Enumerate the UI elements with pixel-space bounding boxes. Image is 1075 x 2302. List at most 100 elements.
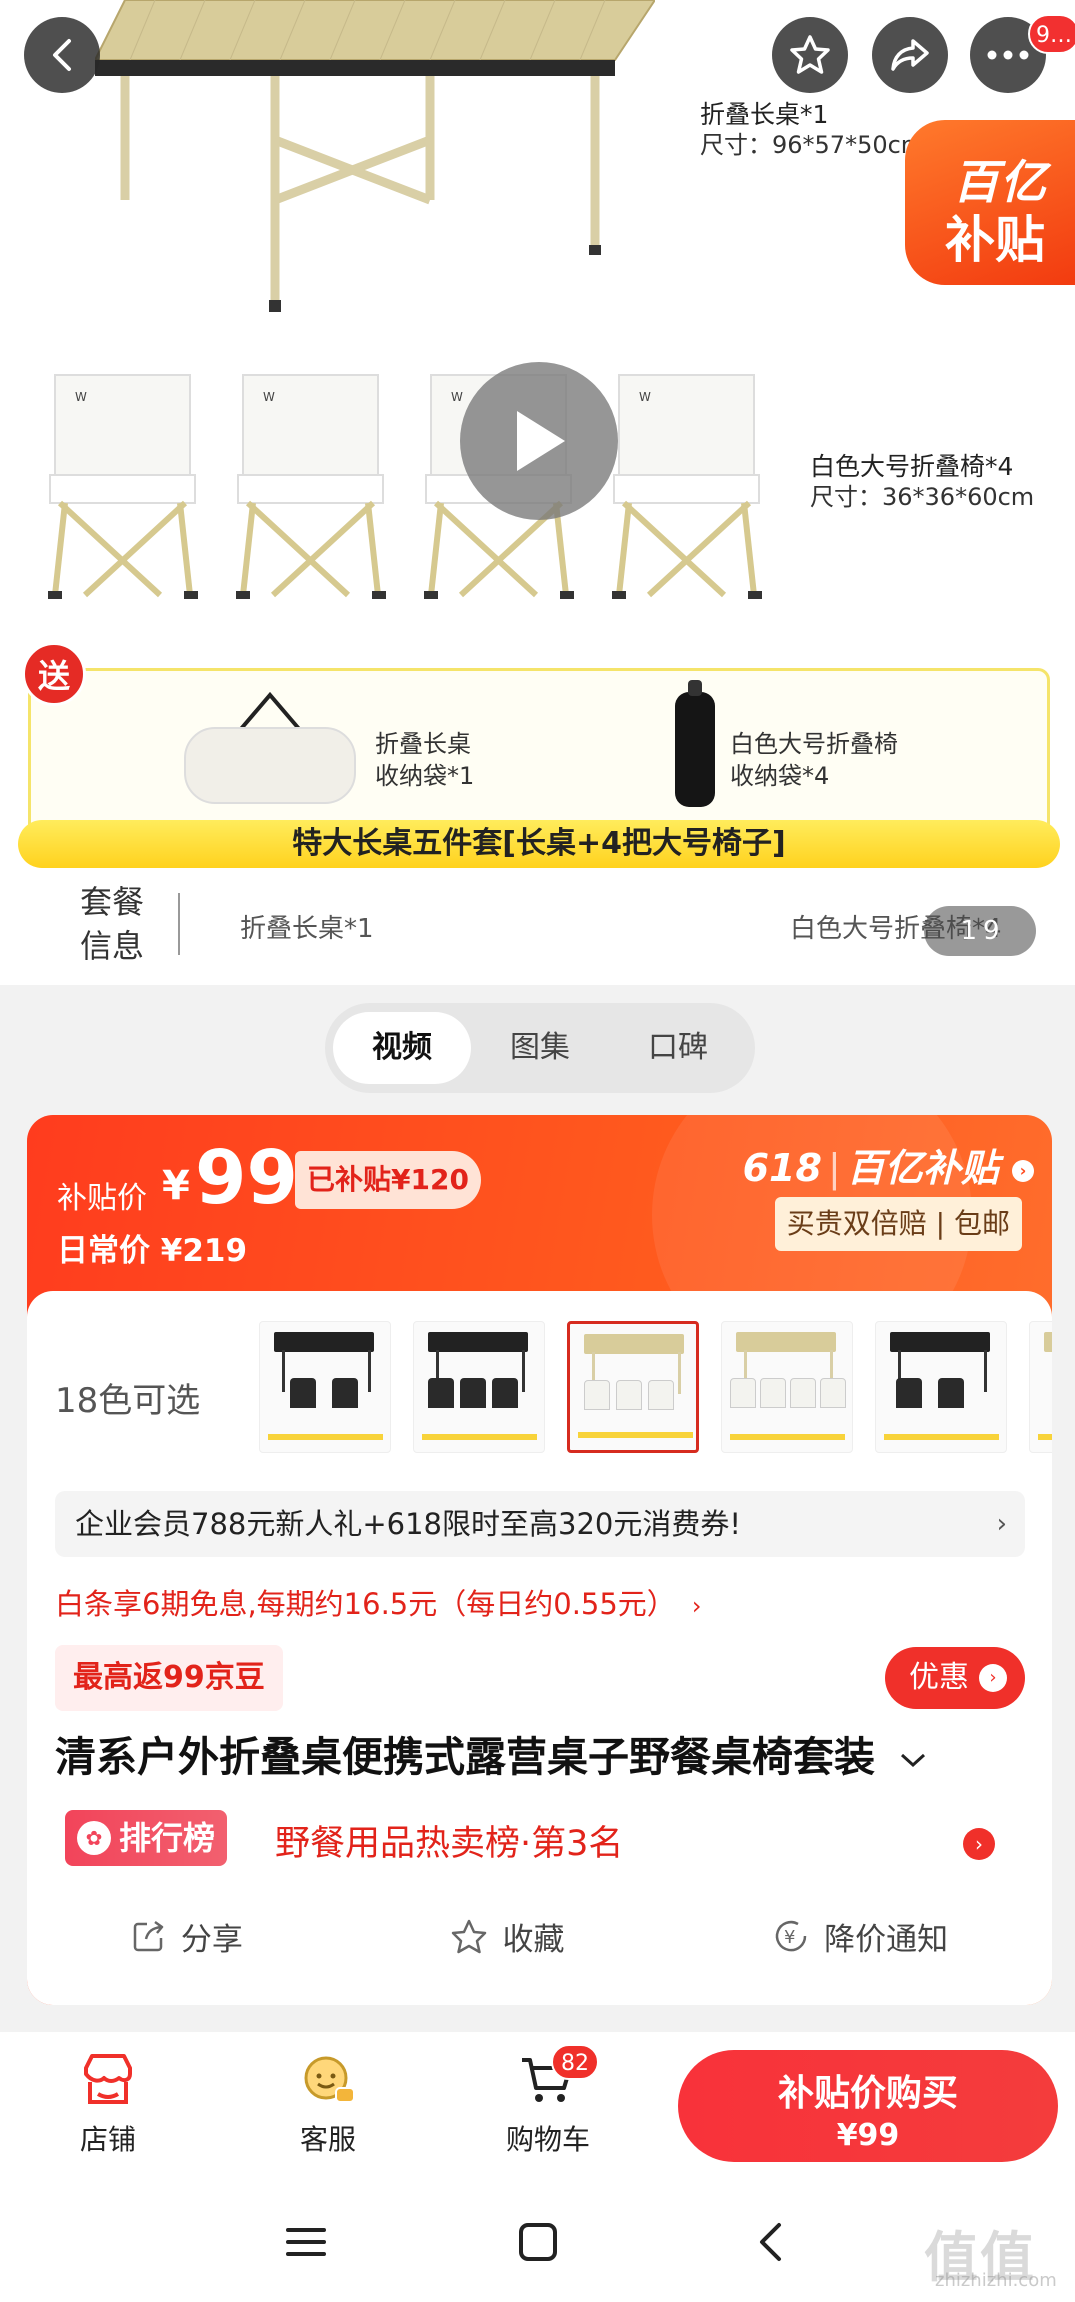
buy-now-button[interactable]: 补贴价购买 ¥99 [678,2050,1058,2162]
price-alert-icon: ¥ [775,1920,807,1952]
watermark-url: zhizhizhi.com [935,2270,1057,2291]
thumb-strip [268,1434,383,1440]
chevron-right-icon[interactable]: › [963,1828,995,1860]
promo-618[interactable]: 618 | 百亿补贴 › [743,1137,1034,1192]
table-size: 尺寸：96*57*50cm [700,131,925,159]
thumb-table [1044,1332,1052,1352]
recent-apps-button[interactable] [276,2212,336,2272]
ranking-badge[interactable]: ✿ 排行榜 [65,1810,228,1866]
tab-video[interactable]: 视频 [333,1012,471,1084]
color-option[interactable] [259,1321,391,1453]
package-divider [178,893,180,955]
coupon-banner[interactable]: 企业会员788元新人礼+618限时至高320元消费券! › [55,1491,1025,1557]
thumb-chair [760,1378,786,1408]
share-button[interactable] [872,17,948,93]
buy-button-label: 补贴价购买 [777,2073,958,2114]
play-video-button[interactable] [460,362,618,520]
collect-label: 收藏 [502,1921,565,1958]
color-option[interactable] [721,1321,853,1453]
gift-2-line2: 收纳袋*4 [730,762,830,790]
thumb-table [584,1334,684,1354]
star-icon [790,35,830,74]
table-name: 折叠长桌*1 [700,100,829,129]
product-title[interactable]: 清系户外折叠桌便携式露营桌子野餐桌椅套装 [55,1723,927,1783]
chevron-right-icon: › [1012,1159,1034,1182]
thumb-table [428,1332,528,1352]
package-title-line2: 信息 [80,927,145,965]
product-info: 18色可选 企业会员788元新人礼+618限时至高320元消费券! › 白条享6… [27,1291,1052,2005]
buy-button-price: ¥99 [836,2118,900,2153]
share-icon [891,39,929,71]
currency-symbol: ¥ [162,1163,190,1209]
chair-bag-image [675,680,715,807]
thumb-chair [730,1378,756,1408]
color-option[interactable] [1029,1321,1052,1453]
daily-price: 日常价 ¥219 [57,1233,248,1269]
thumb-chair [584,1380,610,1410]
thumb-table [890,1332,990,1352]
chevron-down-icon [901,1753,926,1768]
thumb-chair [938,1378,964,1408]
media-tabs: 视频 图集 口碑 [325,1003,755,1093]
thumb-chair [460,1378,486,1408]
promo-618-text: 618 [742,1146,822,1190]
store-button[interactable]: 店铺 [33,2052,183,2158]
store-icon [84,2054,132,2104]
color-count[interactable]: 18色可选 [55,1373,200,1422]
share-action[interactable]: 分享 [131,1914,243,1959]
installment-info[interactable]: 白条享6期免息,每期约16.5元（每日约0.55元） › [55,1581,701,1623]
thumb-chair [332,1378,358,1408]
table-bag-image [184,691,356,804]
color-option[interactable] [875,1321,1007,1453]
product-gallery[interactable]: 折叠长桌*1 尺寸：96*57*50cm W 白色大号折叠椅*4 尺寸：36*3… [0,0,1075,985]
product-title-text: 清系户外折叠桌便携式露营桌子野餐桌椅套装 [55,1733,875,1781]
share-label: 分享 [180,1921,243,1958]
thumb-chair [290,1378,316,1408]
system-navigation-bar [0,2182,1075,2302]
promo-brand: 百亿补贴 [846,1146,999,1190]
thumb-chair [820,1378,846,1408]
table-image [95,0,655,312]
chevron-right-icon: › [996,1509,1007,1539]
subsidy-price: 99 [195,1135,298,1221]
trophy-icon: ✿ [77,1821,111,1855]
color-option[interactable] [413,1321,545,1453]
ranking-text[interactable]: 野餐用品热卖榜·第3名 [275,1815,623,1866]
cart-count-badge: 82 [551,2044,599,2080]
service-label: 客服 [299,2123,356,2156]
chair-size: 尺寸：36*36*60cm [810,483,1035,511]
thumb-chair [790,1378,816,1408]
home-square-icon [519,2223,557,2261]
subsidy-price-label: 补贴价 [57,1181,147,1216]
collect-action[interactable]: 收藏 [450,1914,564,1959]
gift-item-2: 白色大号折叠椅 收纳袋*4 [730,728,898,792]
system-back-button[interactable] [740,2212,800,2272]
svg-text:¥: ¥ [784,1927,795,1948]
price-alert-action[interactable]: ¥ 降价通知 [772,1914,948,1959]
favorite-button[interactable] [772,17,848,93]
gift-1-line2: 收纳袋*1 [375,762,475,790]
discount-button[interactable]: 优惠 › [885,1647,1025,1709]
customer-service-button[interactable]: 客服 [253,2052,403,2158]
installment-text: 白条享6期免息,每期约16.5元（每日约0.55元） [55,1587,676,1621]
subsidy-badge-line2: 补贴 [945,211,1045,269]
subsidy-badge: 百亿 补贴 [905,120,1075,285]
cart-button[interactable]: 82 购物车 [473,2044,623,2158]
color-option-selected[interactable] [567,1321,699,1453]
tab-gallery[interactable]: 图集 [471,1012,609,1084]
color-thumbnails[interactable] [259,1321,1052,1456]
chevron-right-icon: › [979,1664,1007,1692]
thumb-strip [1038,1434,1052,1440]
thumb-strip [884,1434,999,1440]
gift-1-line1: 折叠长桌 [375,730,471,758]
guarantee-badge[interactable]: 买贵双倍赔 | 包邮 [774,1197,1022,1251]
home-button[interactable] [508,2212,568,2272]
back-button[interactable] [24,17,100,93]
thumb-chair [428,1378,454,1408]
tab-reviews[interactable]: 口碑 [609,1012,747,1084]
more-badge: 9… [1028,14,1075,54]
thumb-leg [678,1352,681,1394]
thumb-table [736,1332,836,1352]
gift-item-1: 折叠长桌 收纳袋*1 [375,728,474,792]
action-row: 分享 收藏 ¥ 降价通知 [27,1891,1052,1981]
